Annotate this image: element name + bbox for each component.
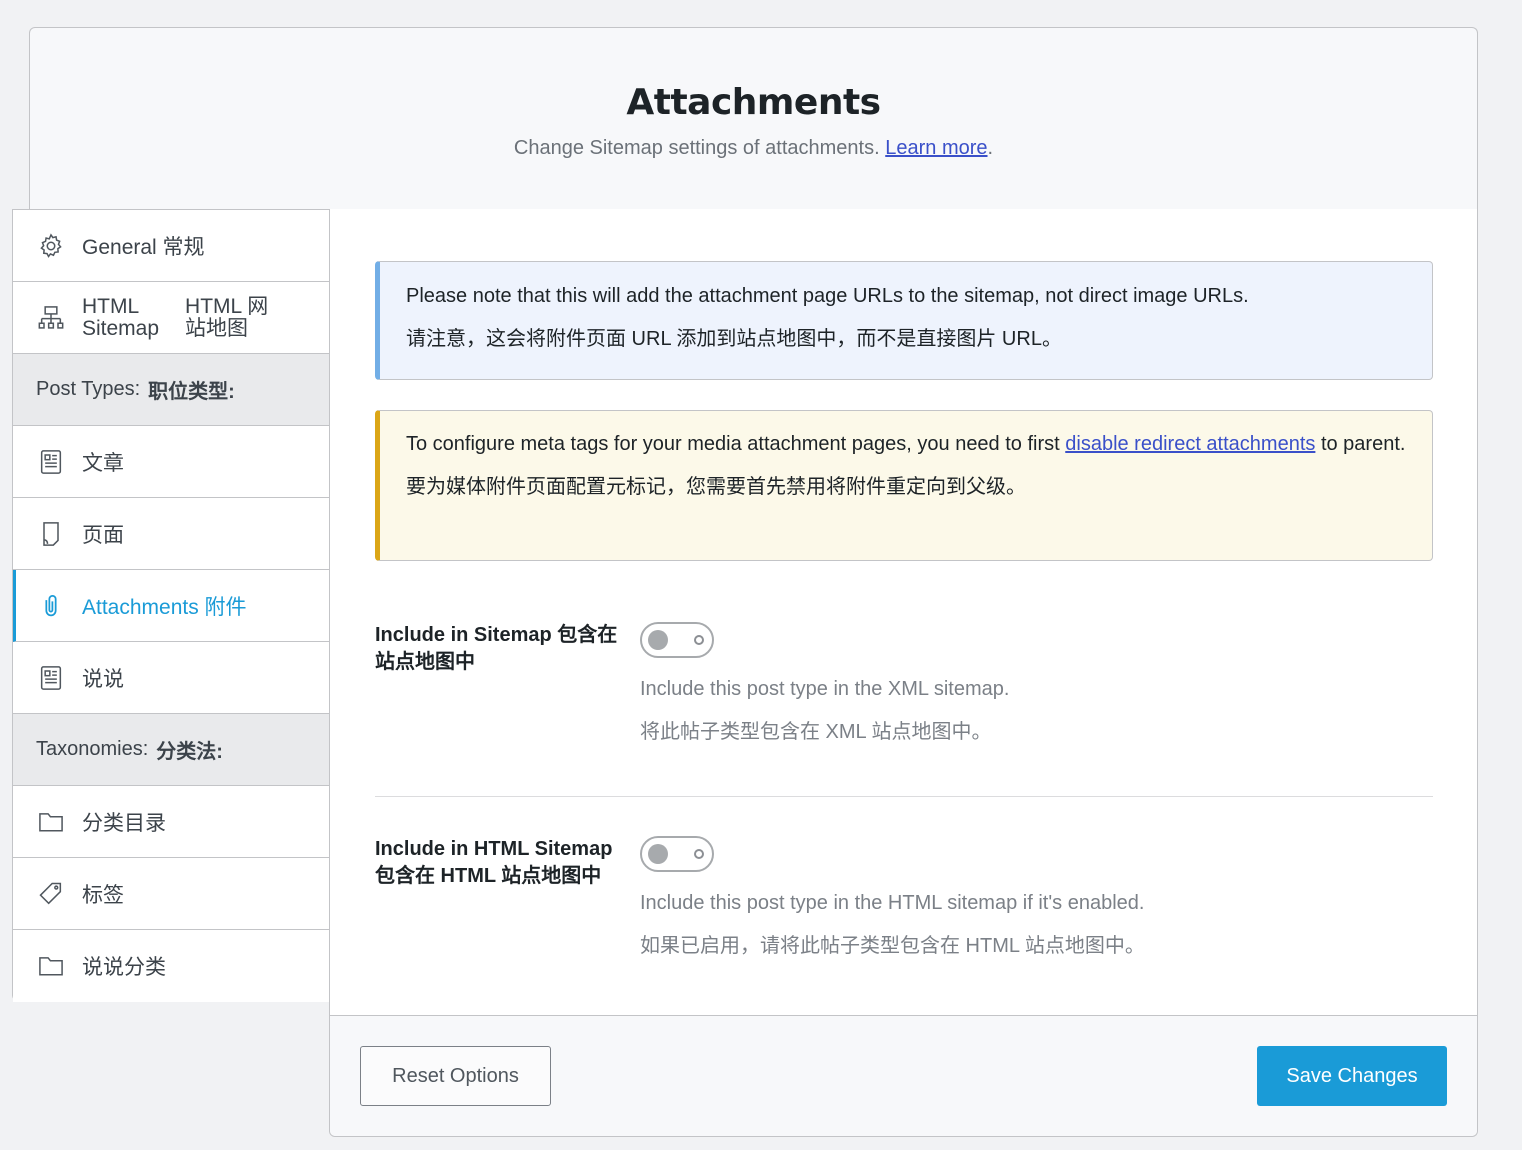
warning-notice-en: To configure meta tags for your media at… — [406, 428, 1406, 460]
include-sitemap-toggle[interactable] — [640, 622, 714, 658]
page-header: Attachments Change Sitemap settings of a… — [29, 27, 1478, 209]
sidebar-item-label: Attachments 附件 — [82, 595, 247, 619]
sidebar-item-label: 说说 — [82, 667, 124, 691]
sidebar-item-general[interactable]: General 常规 — [13, 210, 330, 282]
disable-redirect-link[interactable]: disable redirect attachments — [1065, 433, 1315, 455]
sidebar-section-post-types: Post Types: 职位类型: — [13, 354, 330, 426]
sidebar-item-label: 分类目录 — [82, 811, 166, 835]
document-icon — [36, 447, 66, 477]
warning-text-before: To configure meta tags for your media at… — [406, 433, 1066, 455]
label-en-line2: Sitemap — [82, 316, 160, 340]
save-changes-button[interactable]: Save Changes — [1257, 1046, 1447, 1106]
sidebar-item-label: 文章 — [82, 451, 124, 475]
label-en-line1: HTML — [82, 294, 140, 318]
reset-options-button[interactable]: Reset Options — [360, 1046, 551, 1106]
include-html-sitemap-control: Include this post type in the HTML sitem… — [640, 836, 1420, 959]
sidebar-item-label: 标签 — [82, 883, 124, 907]
toggle-knob — [648, 844, 668, 864]
page-subtitle: Change Sitemap settings of attachments. … — [30, 137, 1477, 160]
include-html-sitemap-desc-zh: 如果已启用，请将此帖子类型包含在 HTML 站点地图中。 — [640, 935, 1145, 957]
sidebar-item-label: 说说分类 — [82, 956, 166, 979]
sidebar-item-shuoshuo-category[interactable]: 说说分类 — [13, 930, 330, 1002]
warning-notice: To configure meta tags for your media at… — [375, 410, 1433, 561]
learn-more-link[interactable]: Learn more — [885, 137, 987, 159]
include-sitemap-label: Include in Sitemap 包含在站点地图中 — [375, 624, 618, 673]
sidebar-item-category[interactable]: 分类目录 — [13, 786, 330, 858]
settings-sidebar: General 常规 HTML Sitemap HTML 网站地图 Post Ty… — [12, 209, 330, 1002]
sidebar-item-label: HTML Sitemap HTML 网站地图 — [82, 294, 269, 340]
sidebar-item-page[interactable]: 页面 — [13, 498, 330, 570]
sidebar-item-attachments[interactable]: Attachments 附件 — [13, 570, 330, 642]
toggle-knob — [648, 630, 668, 650]
sidebar-section-taxonomies: Taxonomies: 分类法: — [13, 714, 330, 786]
folder-icon — [36, 951, 66, 981]
sidebar-item-label: 页面 — [82, 523, 124, 547]
tag-icon — [36, 879, 66, 909]
sidebar-item-shuoshuo[interactable]: 说说 — [13, 642, 330, 714]
toggle-off-indicator — [694, 849, 704, 859]
paperclip-icon — [36, 591, 66, 621]
section-label-en: Taxonomies: — [36, 738, 149, 760]
include-html-sitemap-toggle[interactable] — [640, 836, 714, 872]
include-html-sitemap-label: Include in HTML Sitemap 包含在 HTML 站点地图中 — [375, 838, 613, 887]
sidebar-item-label: General 常规 — [82, 235, 205, 259]
warning-text-after: to parent. — [1315, 433, 1406, 455]
include-html-sitemap-desc-en: Include this post type in the HTML sitem… — [640, 892, 1145, 914]
section-label-zh: 职位类型: — [148, 381, 235, 403]
info-notice: Please note that this will add the attac… — [375, 261, 1433, 380]
subtitle-period: . — [987, 137, 994, 159]
sitemap-icon — [36, 303, 66, 333]
subtitle-text: Change Sitemap settings of attachments. — [513, 137, 880, 159]
page-icon — [36, 519, 66, 549]
info-notice-zh: 请注意，这会将附件页面 URL 添加到站点地图中，而不是直接图片 URL。 — [406, 328, 1062, 350]
toggle-off-indicator — [694, 635, 704, 645]
folder-icon — [36, 807, 66, 837]
include-sitemap-desc-en: Include this post type in the XML sitema… — [640, 678, 1010, 700]
document-icon — [36, 663, 66, 693]
include-sitemap-desc-zh: 将此帖子类型包含在 XML 站点地图中。 — [640, 721, 992, 743]
page-title: Attachments — [626, 82, 881, 123]
info-notice-en: Please note that this will add the attac… — [406, 285, 1249, 307]
gear-icon — [36, 231, 66, 261]
sidebar-item-html-sitemap[interactable]: HTML Sitemap HTML 网站地图 — [13, 282, 330, 354]
include-sitemap-control: Include this post type in the XML sitema… — [640, 622, 1420, 745]
warning-notice-zh: 要为媒体附件页面配置元标记，您需要首先禁用将附件重定向到父级。 — [406, 476, 1026, 498]
label-zh-line1: HTML 网 — [185, 294, 269, 318]
section-label-en: Post Types: — [36, 378, 141, 400]
section-label-zh: 分类法: — [156, 741, 223, 763]
panel-footer: Reset Options Save Changes — [330, 1015, 1477, 1136]
sidebar-item-tags[interactable]: 标签 — [13, 858, 330, 930]
settings-panel: Please note that this will add the attac… — [329, 209, 1478, 1137]
sidebar-item-post[interactable]: 文章 — [13, 426, 330, 498]
label-zh-line2: 站地图 — [185, 316, 249, 340]
field-divider — [375, 796, 1433, 797]
